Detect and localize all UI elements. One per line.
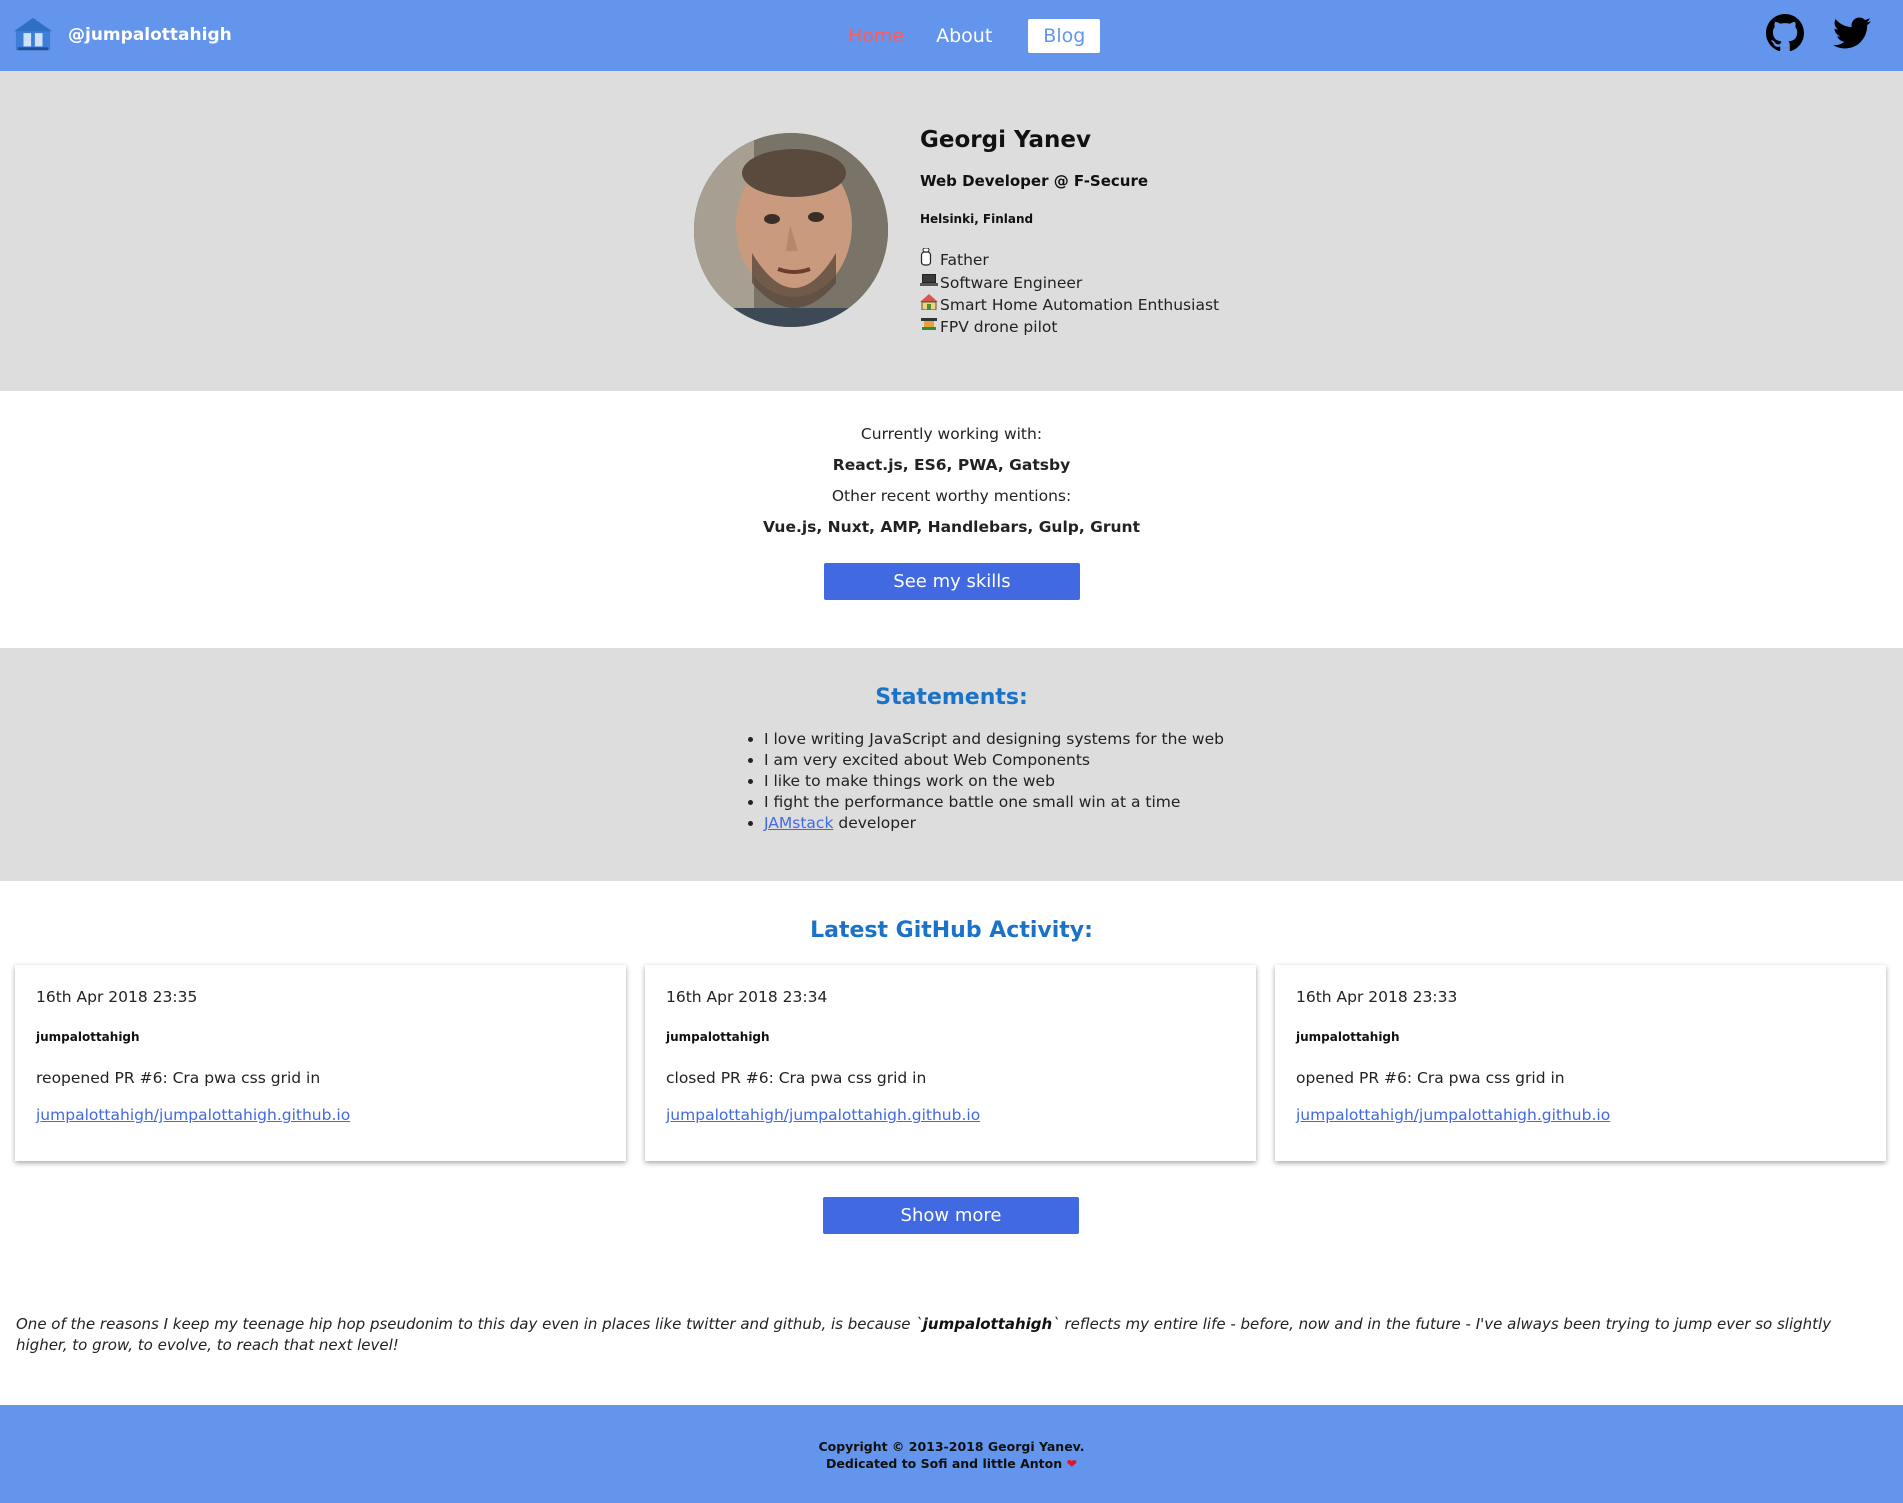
footer-dedication-line: Dedicated to Sofi and little Anton ❤ [0, 1455, 1903, 1472]
card-action: opened PR #6: Cra pwa css grid in [1296, 1069, 1565, 1087]
card-repo-link[interactable]: jumpalottahigh/jumpalottahigh.github.io [36, 1105, 350, 1125]
drone-icon [920, 317, 940, 338]
other-skills: Vue.js, Nuxt, AMP, Handlebars, Gulp, Gru… [762, 518, 1140, 536]
statement-item: JAMstack developer [764, 813, 1224, 834]
traits-list: Father Software Engineer Smart Home Auto… [920, 247, 1320, 338]
other-skills-label: Other recent worthy mentions: [831, 487, 1072, 505]
trait-item: Smart Home Automation Enthusiast [920, 294, 1320, 317]
profile-section: Georgi Yanev Web Developer @ F-Secure He… [0, 71, 1903, 391]
current-skills: React.js, ES6, PWA, Gatsby [832, 456, 1071, 474]
nav-blog-link[interactable]: Blog [1028, 19, 1101, 53]
statement-item: I love writing JavaScript and designing … [764, 729, 1224, 750]
profile-name: Georgi Yanev [920, 127, 1092, 153]
card-user: jumpalottahigh [666, 1030, 770, 1044]
statement-item: I fight the performance battle one small… [764, 792, 1224, 813]
see-skills-button[interactable]: See my skills [824, 563, 1080, 600]
site-footer: Copyright © 2013-2018 Georgi Yanev. Dedi… [0, 1405, 1903, 1503]
statements-title: Statements: [875, 685, 1028, 710]
footer-dedication: Dedicated to Sofi and little Anton [826, 1456, 1063, 1471]
show-more-button[interactable]: Show more [823, 1197, 1079, 1234]
twitter-link[interactable] [1833, 14, 1871, 52]
profile-role: Web Developer @ F-Secure [920, 172, 1149, 190]
trait-label: FPV drone pilot [940, 318, 1058, 336]
brand-name: @jumpalottahigh [68, 25, 232, 45]
card-user: jumpalottahigh [36, 1030, 140, 1044]
current-skills-label: Currently working with: [860, 425, 1043, 443]
twitter-icon [1833, 17, 1871, 49]
card-user: jumpalottahigh [1296, 1030, 1400, 1044]
statement-item: I am very excited about Web Components [764, 750, 1224, 771]
activity-card: 16th Apr 2018 23:35 jumpalottahigh reope… [15, 965, 626, 1161]
baby-bottle-icon [920, 247, 940, 273]
nav-home-link[interactable]: Home [848, 18, 904, 54]
skills-section: Currently working with: React.js, ES6, P… [0, 391, 1903, 648]
heart-icon: ❤ [1066, 1456, 1077, 1471]
profile-location: Helsinki, Finland [920, 212, 1034, 226]
avatar-portrait [694, 133, 888, 327]
statement-suffix: developer [833, 814, 916, 832]
activity-title: Latest GitHub Activity: [810, 918, 1093, 943]
nav-about-link[interactable]: About [936, 18, 992, 54]
trait-label: Father [940, 251, 989, 269]
card-date: 16th Apr 2018 23:35 [36, 988, 198, 1006]
activity-card: 16th Apr 2018 23:34 jumpalottahigh close… [645, 965, 1256, 1161]
quote-highlight: jumpalottahigh [922, 1315, 1053, 1333]
card-repo-link[interactable]: jumpalottahigh/jumpalottahigh.github.io [666, 1105, 980, 1125]
main-nav: Home About Blog [848, 18, 1101, 54]
trait-item: FPV drone pilot [920, 317, 1320, 338]
brand[interactable]: @jumpalottahigh [14, 16, 232, 54]
activity-card: 16th Apr 2018 23:33 jumpalottahigh opene… [1275, 965, 1886, 1161]
statement-item: I like to make things work on the web [764, 771, 1224, 792]
trait-item: Software Engineer [920, 273, 1320, 294]
trait-item: Father [920, 247, 1320, 273]
pseudonym-quote: One of the reasons I keep my teenage hip… [16, 1314, 1886, 1356]
profile-info: Georgi Yanev Web Developer @ F-Secure He… [920, 125, 1320, 338]
github-activity-section: Latest GitHub Activity: 16th Apr 2018 23… [0, 881, 1903, 1243]
trait-label: Smart Home Automation Enthusiast [940, 296, 1220, 314]
trait-label: Software Engineer [940, 274, 1083, 292]
quote-before: One of the reasons I keep my teenage hip… [16, 1315, 923, 1333]
footer-copyright: Copyright © 2013-2018 Georgi Yanev. [818, 1439, 1085, 1454]
card-action: reopened PR #6: Cra pwa css grid in [36, 1069, 321, 1087]
laptop-icon [920, 273, 940, 294]
site-header: @jumpalottahigh Home About Blog [0, 0, 1903, 71]
jamstack-link[interactable]: JAMstack [764, 814, 833, 832]
statements-list: I love writing JavaScript and designing … [764, 729, 1224, 834]
statements-section: Statements: I love writing JavaScript an… [0, 648, 1903, 881]
avatar [694, 133, 888, 327]
github-icon [1766, 14, 1804, 52]
card-action: closed PR #6: Cra pwa css grid in [666, 1069, 927, 1087]
house-icon [920, 294, 940, 317]
activity-cards: 16th Apr 2018 23:35 jumpalottahigh reope… [15, 965, 1888, 1161]
card-date: 16th Apr 2018 23:33 [1296, 988, 1458, 1006]
github-link[interactable] [1766, 14, 1804, 52]
card-date: 16th Apr 2018 23:34 [666, 988, 828, 1006]
card-repo-link[interactable]: jumpalottahigh/jumpalottahigh.github.io [1296, 1105, 1610, 1125]
logo-icon [14, 17, 52, 51]
